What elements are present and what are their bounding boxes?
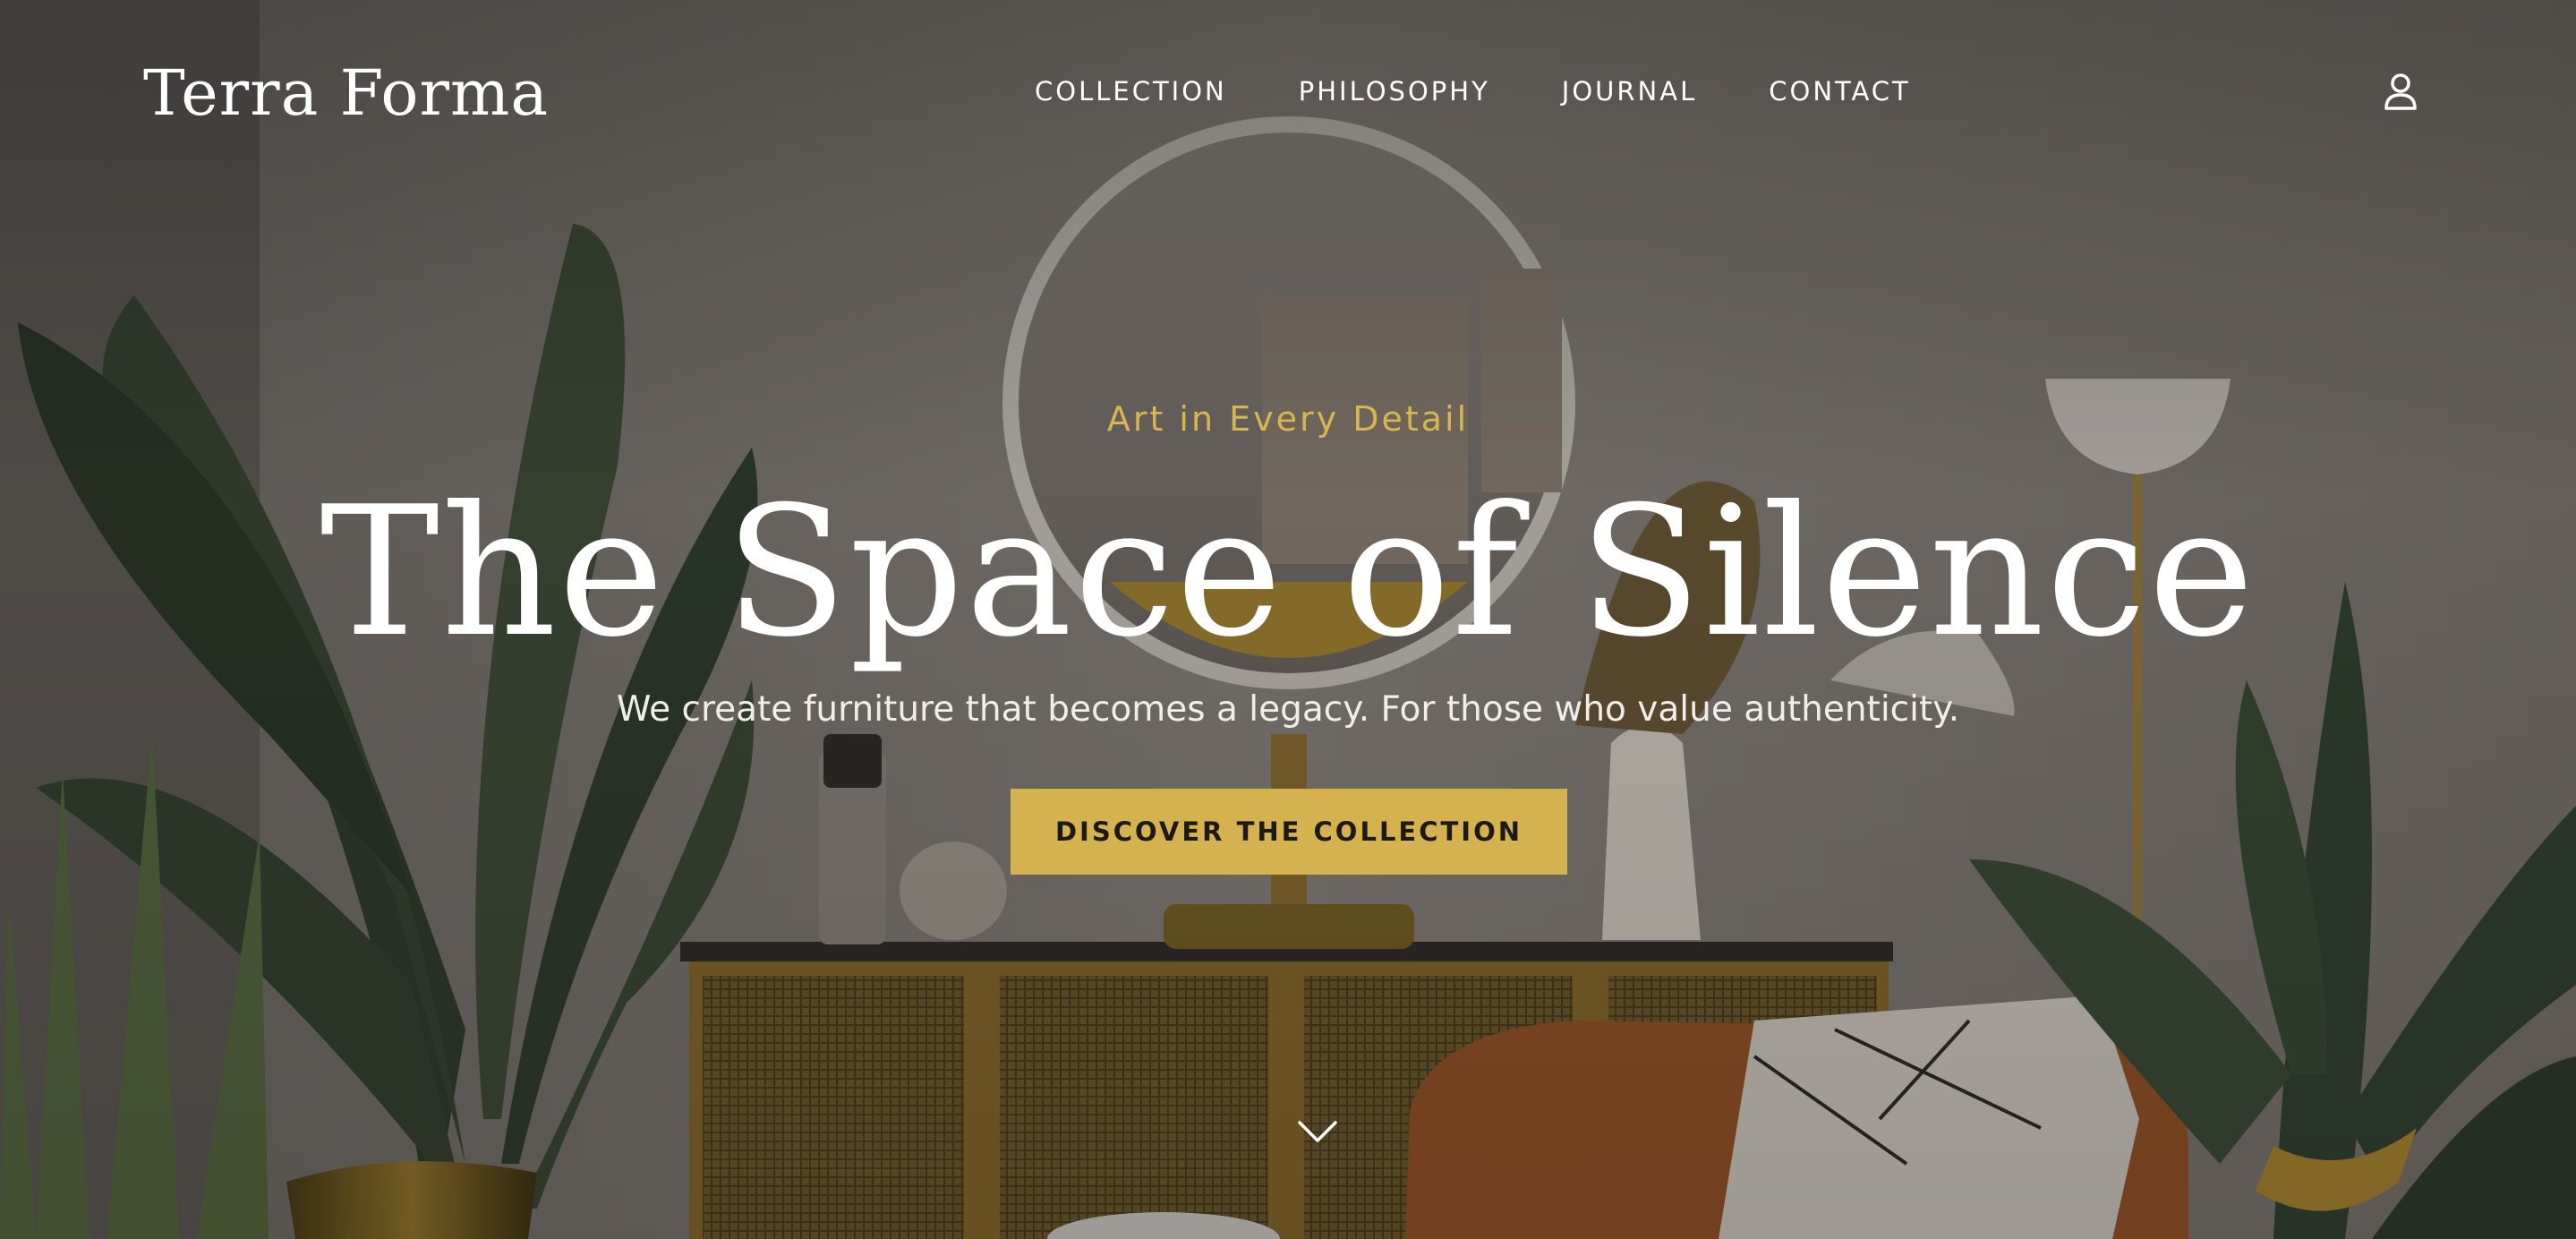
- discover-collection-button[interactable]: DISCOVER THE COLLECTION: [1011, 789, 1567, 875]
- chevron-down-icon[interactable]: [1296, 1119, 1339, 1146]
- nav-item-contact[interactable]: CONTACT: [1769, 75, 1911, 107]
- nav-item-journal[interactable]: JOURNAL: [1562, 75, 1697, 107]
- hero-eyebrow: Art in Every Detail: [1106, 399, 1470, 439]
- user-icon: [2384, 73, 2417, 110]
- account-button[interactable]: [2379, 70, 2422, 113]
- hero-title: The Space of Silence: [320, 468, 2256, 677]
- brand-logo[interactable]: Terra Forma: [143, 54, 549, 132]
- nav-item-philosophy[interactable]: PHILOSOPHY: [1299, 75, 1490, 107]
- hero-subtitle: We create furniture that becomes a legac…: [616, 689, 1960, 730]
- main-nav: COLLECTION PHILOSOPHY JOURNAL CONTACT: [1035, 75, 1911, 107]
- nav-item-collection[interactable]: COLLECTION: [1035, 75, 1227, 107]
